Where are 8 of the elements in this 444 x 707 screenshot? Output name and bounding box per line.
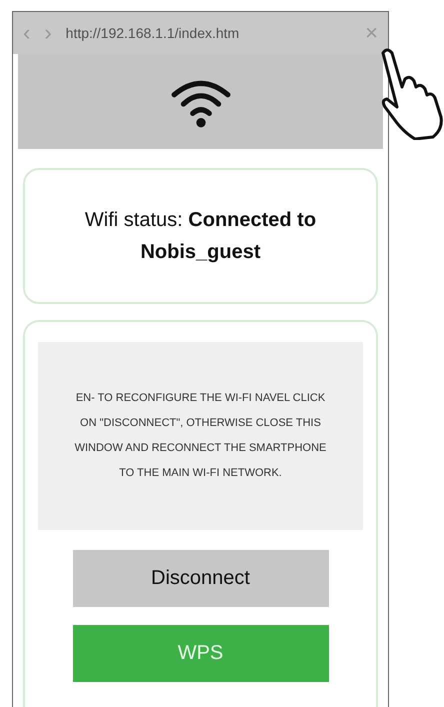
back-button[interactable]: ‹: [23, 20, 30, 46]
close-button[interactable]: ×: [365, 20, 378, 46]
url-text[interactable]: http://192.168.1.1/index.htm: [66, 25, 352, 41]
forward-button[interactable]: ›: [44, 20, 52, 46]
action-button[interactable]: WPS: [72, 625, 328, 682]
action-button[interactable]: Disconnect: [72, 550, 328, 607]
wifi-status-text: Wifi status: Connected to Nobis_guest: [84, 208, 318, 265]
notice-text: EN- TO RECONFIGURE THE WI-FI NAVEL CLICK ON "DISCONNECT", OTHERWISE CLOSE THIS WINDOW AND RECONNECT THE SMARTPHONE TO THE MAIN WI-FI NETWORK.: [74, 391, 328, 481]
